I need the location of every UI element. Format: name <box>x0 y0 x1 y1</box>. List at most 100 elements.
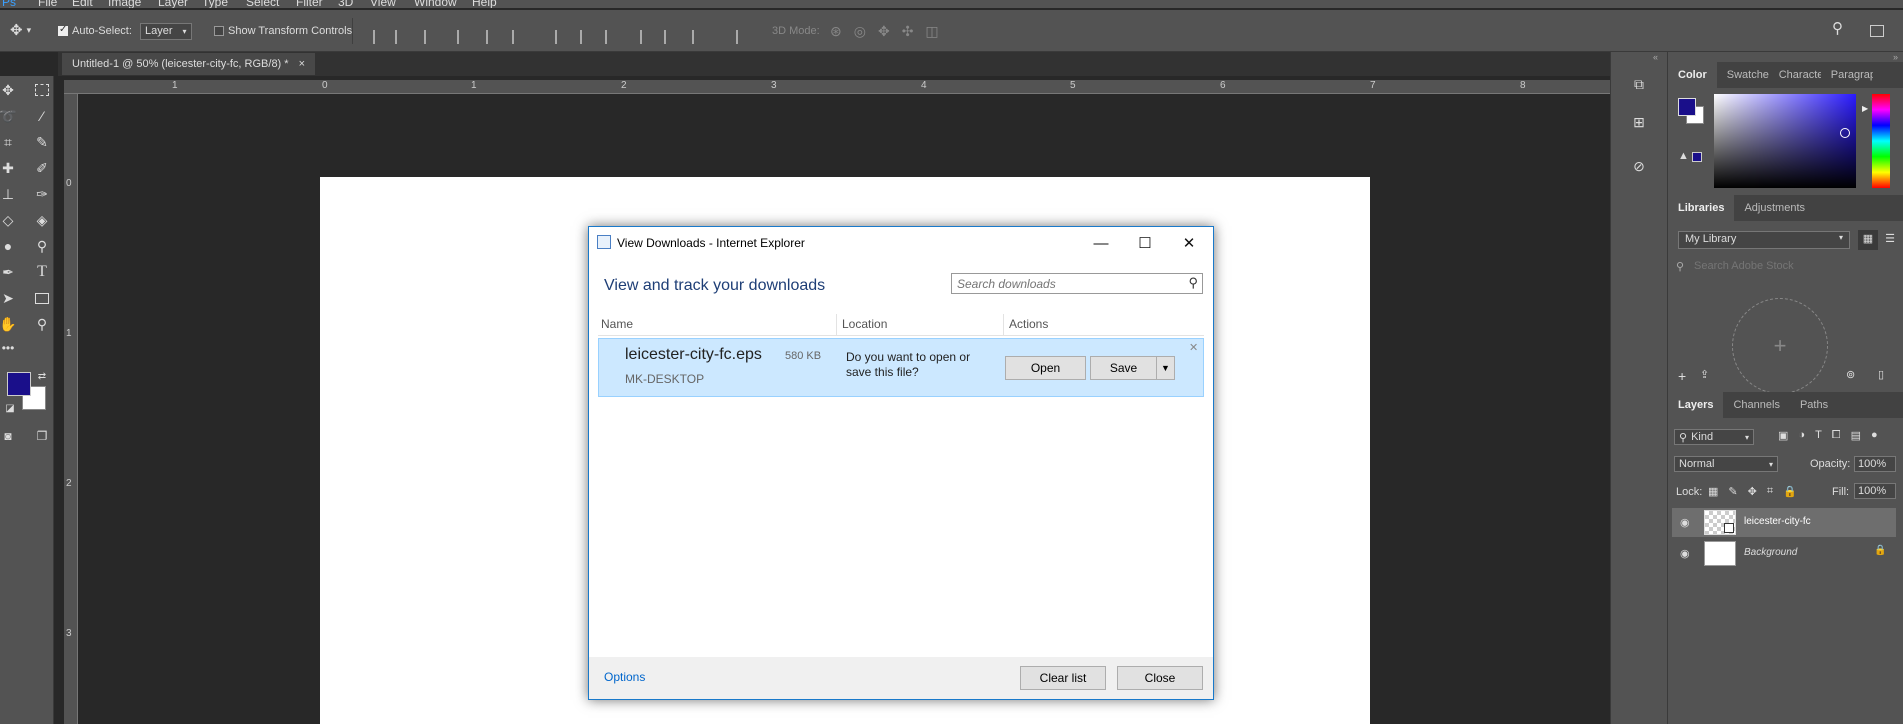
creative-cloud-icon[interactable]: ⊚ <box>1846 368 1855 381</box>
lock-transparent-pixels-icon[interactable]: ▦ <box>1708 485 1718 498</box>
tab-channels[interactable]: Channels <box>1723 392 1789 418</box>
minimize-icon[interactable]: — <box>1079 229 1123 257</box>
opacity-field[interactable]: 100% <box>1854 456 1896 472</box>
lock-position-icon[interactable]: ✥ <box>1748 485 1757 498</box>
brush-tool-icon[interactable]: ✐ <box>32 158 52 178</box>
menu-select[interactable]: Select <box>246 0 279 8</box>
crop-tool-icon[interactable]: ⌗ <box>0 132 18 152</box>
upload-icon[interactable]: ⇪ <box>1700 368 1709 381</box>
search-downloads-field[interactable]: ⚲ <box>951 273 1203 294</box>
maximize-icon[interactable]: ☐ <box>1123 229 1167 257</box>
save-button[interactable]: Save <box>1090 356 1157 380</box>
align-left-icon[interactable] <box>457 30 469 44</box>
distribute-horizontal-center-icon[interactable] <box>664 30 676 44</box>
3d-orbit-icon[interactable]: ⊛ <box>830 23 842 40</box>
paint-bucket-tool-icon[interactable]: ◈ <box>32 210 52 230</box>
list-view-icon[interactable]: ☰ <box>1880 230 1900 250</box>
3d-slide-icon[interactable]: ✣ <box>902 23 914 40</box>
dodge-tool-icon[interactable]: ⚲ <box>32 236 52 256</box>
library-dropdown[interactable]: My Library ▾ <box>1678 231 1850 249</box>
menu-filter[interactable]: Filter <box>296 0 323 8</box>
properties-panel-icon[interactable]: ⊞ <box>1629 112 1649 132</box>
menu-window[interactable]: Window <box>414 0 457 8</box>
align-vertical-center-icon[interactable] <box>395 30 407 44</box>
smart-object-filter-icon[interactable]: ▤ <box>1851 429 1861 442</box>
close-button[interactable]: Close <box>1117 666 1203 690</box>
tab-color[interactable]: Color <box>1668 62 1717 88</box>
options-link[interactable]: Options <box>604 670 645 684</box>
menu-file[interactable]: File <box>38 0 57 8</box>
tab-characters[interactable]: Characters <box>1769 62 1821 88</box>
type-tool-icon[interactable]: T <box>32 262 52 282</box>
brush-settings-panel-icon[interactable]: ⊘ <box>1629 156 1649 176</box>
align-right-icon[interactable] <box>512 30 524 44</box>
align-bottom-icon[interactable] <box>424 30 436 44</box>
3d-camera-icon[interactable]: ◫ <box>925 23 938 40</box>
move-tool-preset-icon[interactable]: ✥ ▾ <box>10 22 31 39</box>
menu-3d[interactable]: 3D <box>338 0 353 8</box>
visibility-eye-icon[interactable]: ◉ <box>1680 547 1690 560</box>
column-name[interactable]: Name <box>601 317 633 331</box>
zoom-tool-icon[interactable]: ⚲ <box>32 314 52 334</box>
distribute-bottom-icon[interactable] <box>605 30 617 44</box>
eyedropper-tool-icon[interactable]: ✎ <box>32 132 52 152</box>
adjustment-filter-icon[interactable]: ◑ <box>1798 429 1805 442</box>
out-of-gamut-warning-icon[interactable]: ▲ <box>1678 150 1689 162</box>
search-downloads-input[interactable] <box>952 274 1172 293</box>
delete-icon[interactable]: ▯ <box>1878 368 1884 381</box>
close-tab-icon[interactable]: × <box>299 58 305 70</box>
download-row[interactable]: leicester-city-fc.eps 580 KB MK-DESKTOP … <box>598 338 1204 397</box>
magic-wand-tool-icon[interactable]: ⁄ <box>32 106 52 126</box>
show-transform-checkbox[interactable]: Show Transform Controls <box>214 23 352 39</box>
workspace-switcher[interactable] <box>1870 23 1884 39</box>
hue-slider[interactable] <box>1872 94 1890 188</box>
save-options-dropdown[interactable]: ▼ <box>1156 356 1175 380</box>
gamut-color-swatch[interactable] <box>1692 152 1702 162</box>
menu-layer[interactable]: Layer <box>158 0 188 8</box>
pen-tool-icon[interactable]: ✒ <box>0 262 18 282</box>
lock-image-pixels-icon[interactable]: ✎ <box>1728 485 1737 498</box>
tab-adjustments[interactable]: Adjustments <box>1734 195 1815 221</box>
align-horizontal-center-icon[interactable] <box>486 30 498 44</box>
distribute-left-icon[interactable] <box>640 30 652 44</box>
move-tool-icon[interactable]: ✥ <box>0 80 18 100</box>
screen-mode-icon[interactable]: ❐ <box>32 426 52 446</box>
search-icon[interactable]: ⚲ <box>1188 275 1198 291</box>
menu-help[interactable]: Help <box>472 0 497 8</box>
lock-all-icon[interactable]: 🔒 <box>1783 485 1797 498</box>
fill-field[interactable]: 100% <box>1854 483 1896 499</box>
tab-libraries[interactable]: Libraries <box>1668 195 1735 221</box>
swap-colors-icon[interactable]: ⇄ <box>32 366 52 386</box>
type-filter-icon[interactable]: T <box>1815 429 1822 442</box>
tab-paths[interactable]: Paths <box>1790 392 1838 418</box>
clear-list-button[interactable]: Clear list <box>1020 666 1106 690</box>
auto-select-target-dropdown[interactable]: Layer ▾ <box>140 22 192 40</box>
column-location[interactable]: Location <box>842 317 887 331</box>
eraser-tool-icon[interactable]: ◇ <box>0 210 18 230</box>
blend-mode-dropdown[interactable]: Normal ▾ <box>1674 456 1778 472</box>
align-top-icon[interactable] <box>373 30 385 44</box>
3d-roll-icon[interactable]: ◎ <box>854 23 866 40</box>
auto-align-layers-icon[interactable] <box>736 30 748 44</box>
tab-paragraph[interactable]: Paragraph <box>1821 62 1873 88</box>
visibility-eye-icon[interactable]: ◉ <box>1680 516 1690 529</box>
pixel-filter-icon[interactable]: ▣ <box>1778 429 1788 442</box>
tab-layers[interactable]: Layers <box>1668 392 1724 418</box>
healing-brush-tool-icon[interactable]: ✚ <box>0 158 18 178</box>
clone-stamp-tool-icon[interactable]: ⊥ <box>0 184 18 204</box>
open-button[interactable]: Open <box>1005 356 1086 380</box>
distribute-top-icon[interactable] <box>555 30 567 44</box>
hand-tool-icon[interactable]: ✋ <box>0 314 18 334</box>
search-icon[interactable]: ⚲ <box>1832 20 1843 37</box>
history-panel-icon[interactable]: ⧉ <box>1629 74 1649 94</box>
marquee-tool-icon[interactable] <box>32 80 52 100</box>
layer-row-background[interactable]: ◉ Background 🔒 <box>1672 539 1896 568</box>
menu-edit[interactable]: Edit <box>72 0 93 8</box>
rectangle-tool-icon[interactable] <box>32 288 52 308</box>
stock-search-input[interactable] <box>1694 257 1884 275</box>
distribute-right-icon[interactable] <box>692 30 704 44</box>
path-selection-tool-icon[interactable]: ➤ <box>0 288 18 308</box>
color-panel-foreground-swatch[interactable] <box>1678 98 1696 116</box>
collapse-panels-icon[interactable]: « <box>1653 52 1658 62</box>
column-actions[interactable]: Actions <box>1009 317 1048 331</box>
